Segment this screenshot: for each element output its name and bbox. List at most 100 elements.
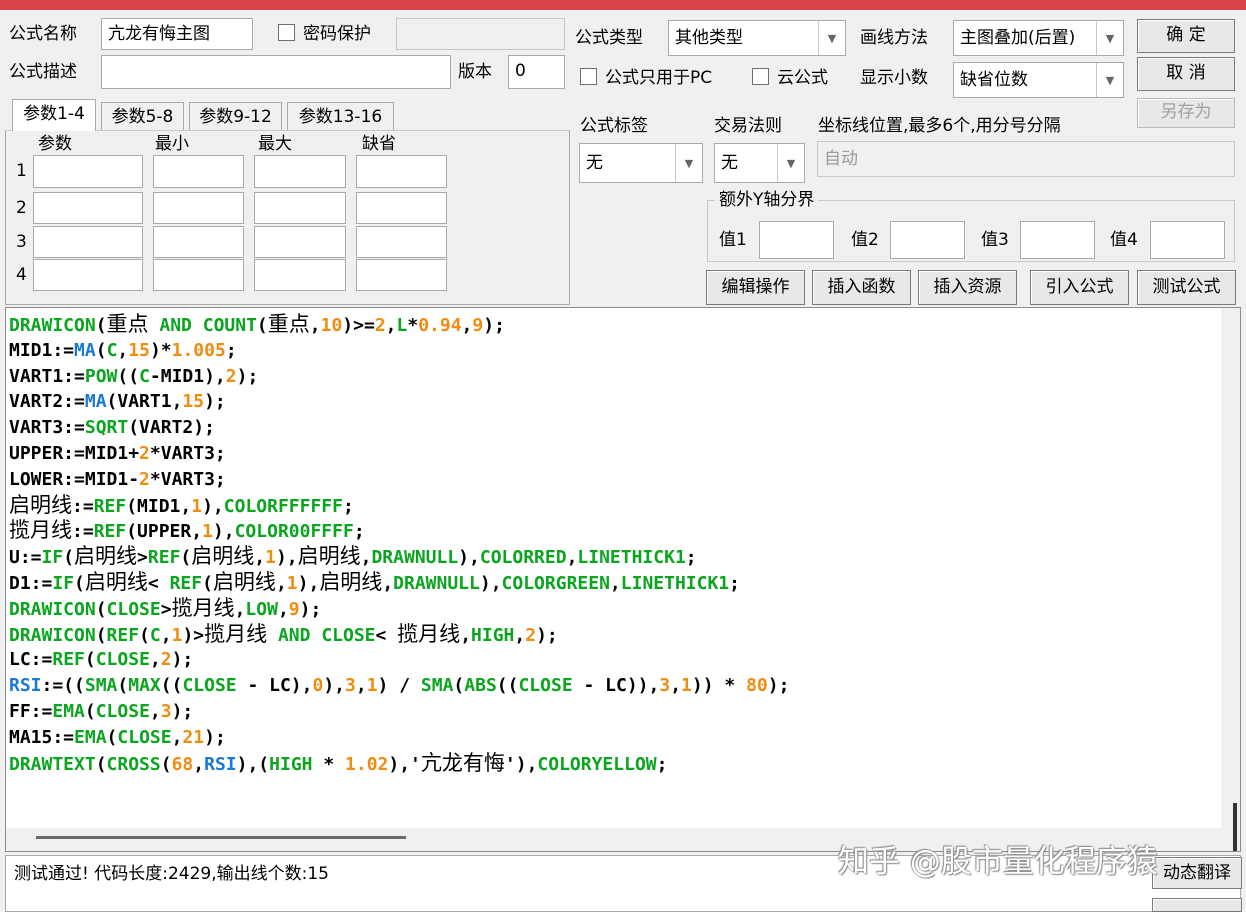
param-name-input[interactable] [33, 192, 143, 224]
draw-method-label: 画线方法 [860, 28, 928, 48]
tab-params-1-4[interactable]: 参数1-4 [12, 99, 96, 131]
vertical-scroll-thumb[interactable] [1233, 803, 1237, 851]
insert-resource-button[interactable]: 插入资源 [918, 270, 1017, 305]
param-default-input[interactable] [356, 259, 447, 291]
code-line[interactable]: VART1:=POW((C-MID1),2); [9, 364, 789, 390]
formula-desc-input[interactable] [101, 55, 451, 89]
code-line[interactable]: DRAWICON(重点 AND COUNT(重点,10)>=2,L*0.94,9… [9, 312, 789, 338]
code-line[interactable]: LOWER:=MID1-2*VART3; [9, 467, 789, 493]
edit-operations-button[interactable]: 编辑操作 [706, 270, 805, 305]
yaxis-value4-input[interactable] [1150, 221, 1225, 259]
dynamic-translate-button[interactable]: 动态翻译 [1152, 857, 1242, 889]
yaxis-value1-input[interactable] [759, 221, 834, 259]
code-line[interactable]: MA15:=EMA(CLOSE,21); [9, 725, 789, 751]
formula-tag-select[interactable]: 无 ▼ [579, 143, 703, 183]
col-header-default: 缺省 [362, 134, 396, 154]
yaxis-value2-input[interactable] [890, 221, 965, 259]
status-text: 测试通过! 代码长度:2429,输出线个数:15 [14, 864, 329, 884]
param-min-input[interactable] [153, 155, 244, 188]
code-line[interactable]: DRAWICON(REF(C,1)>揽月线 AND CLOSE< 揽月线,HIG… [9, 622, 789, 648]
decimals-label: 显示小数 [860, 68, 928, 88]
decimals-value: 缺省位数 [960, 70, 1028, 90]
yaxis-value2-label: 值2 [851, 230, 879, 250]
param-default-input[interactable] [356, 155, 447, 188]
formula-name-label: 公式名称 [9, 24, 77, 44]
checkbox-box[interactable] [752, 68, 769, 85]
code-line[interactable]: VART3:=SQRT(VART2); [9, 415, 789, 441]
trade-rule-label: 交易法则 [714, 116, 782, 136]
param-max-input[interactable] [254, 155, 346, 188]
param-max-input[interactable] [254, 192, 346, 224]
param-min-input[interactable] [153, 192, 244, 224]
yaxis-value3-label: 值3 [981, 230, 1009, 250]
code-line[interactable]: VART2:=MA(VART1,15); [9, 389, 789, 415]
param-name-input[interactable] [33, 226, 143, 258]
checkbox-box[interactable] [278, 24, 295, 41]
code-line[interactable]: D1:=IF(启明线< REF(启明线,1),启明线,DRAWNULL),COL… [9, 570, 789, 596]
code-line[interactable]: DRAWTEXT(CROSS(68,RSI),(HIGH * 1.02),'亢龙… [9, 751, 789, 777]
version-input[interactable]: 0 [508, 55, 565, 89]
cloud-formula-checkbox[interactable]: 云公式 [752, 66, 828, 90]
chevron-down-icon[interactable]: ▼ [818, 21, 845, 55]
formula-desc-label: 公式描述 [9, 62, 77, 82]
chevron-down-icon[interactable]: ▼ [777, 144, 804, 182]
param-min-input[interactable] [153, 226, 244, 258]
code-line[interactable]: RSI:=((SMA(MAX((CLOSE - LC),0),3,1) / SM… [9, 673, 789, 699]
param-max-input[interactable] [254, 226, 346, 258]
checkbox-box[interactable] [580, 68, 597, 85]
col-header-max: 最大 [258, 134, 292, 154]
code-line[interactable]: 揽月线:=REF(UPPER,1),COLOR00FFFF; [9, 518, 789, 544]
code-line[interactable]: LC:=REF(CLOSE,2); [9, 647, 789, 673]
yaxis-value1-label: 值1 [719, 230, 747, 250]
code-editor[interactable]: DRAWICON(重点 AND COUNT(重点,10)>=2,L*0.94,9… [5, 307, 1241, 852]
formula-type-value: 其他类型 [675, 28, 743, 48]
password-protect-checkbox[interactable]: 密码保护 [278, 22, 371, 46]
param-name-input[interactable] [33, 155, 143, 188]
horizontal-scroll-thumb[interactable] [36, 836, 406, 839]
coord-line-input[interactable]: 自动 [817, 141, 1235, 177]
insert-function-button[interactable]: 插入函数 [812, 270, 911, 305]
chevron-down-icon[interactable]: ▼ [1096, 63, 1123, 97]
cancel-button[interactable]: 取 消 [1137, 57, 1235, 91]
title-bar [0, 0, 1246, 10]
param-max-input[interactable] [254, 259, 346, 291]
extra-yaxis-title: 额外Y轴分界 [715, 190, 819, 210]
formula-type-select[interactable]: 其他类型 ▼ [668, 20, 846, 56]
pc-only-checkbox[interactable]: 公式只用于PC [580, 66, 712, 90]
param-row-num: 4 [16, 265, 27, 285]
yaxis-value3-input[interactable] [1020, 221, 1095, 259]
code-line[interactable]: MID1:=MA(C,15)*1.005; [9, 338, 789, 364]
param-row-num: 2 [16, 198, 27, 218]
chevron-down-icon[interactable]: ▼ [675, 144, 702, 182]
tab-params-9-12[interactable]: 参数9-12 [189, 102, 282, 131]
decimals-select[interactable]: 缺省位数 ▼ [953, 62, 1124, 98]
watermark: 知乎 @股市量化程序猿 [838, 844, 1158, 880]
secondary-button[interactable] [1152, 898, 1242, 912]
trade-rule-value: 无 [721, 153, 738, 173]
param-default-input[interactable] [356, 226, 447, 258]
param-default-input[interactable] [356, 192, 447, 224]
draw-method-select[interactable]: 主图叠加(后置) ▼ [953, 20, 1124, 56]
formula-type-label: 公式类型 [575, 28, 643, 48]
param-name-input[interactable] [33, 259, 143, 291]
save-as-button[interactable]: 另存为 [1137, 98, 1235, 128]
chevron-down-icon[interactable]: ▼ [1096, 21, 1123, 55]
tab-params-5-8[interactable]: 参数5-8 [101, 102, 184, 131]
ok-button[interactable]: 确 定 [1137, 19, 1235, 53]
code-line[interactable]: FF:=EMA(CLOSE,3); [9, 699, 789, 725]
trade-rule-select[interactable]: 无 ▼ [714, 143, 805, 183]
test-formula-button[interactable]: 测试公式 [1137, 270, 1236, 305]
pc-only-label: 公式只用于PC [605, 68, 713, 88]
code-line[interactable]: U:=IF(启明线>REF(启明线,1),启明线,DRAWNULL),COLOR… [9, 544, 789, 570]
code-line[interactable]: 启明线:=REF(MID1,1),COLORFFFFFF; [9, 493, 789, 519]
import-formula-button[interactable]: 引入公式 [1030, 270, 1129, 305]
code-line[interactable]: UPPER:=MID1+2*VART3; [9, 441, 789, 467]
cloud-formula-label: 云公式 [777, 68, 828, 88]
param-min-input[interactable] [153, 259, 244, 291]
vertical-scrollbar[interactable] [1221, 308, 1240, 851]
formula-name-input[interactable]: 亢龙有悔主图 [101, 18, 253, 50]
code-line[interactable]: DRAWICON(CLOSE>揽月线,LOW,9); [9, 596, 789, 622]
password-input [396, 18, 565, 50]
code-text[interactable]: DRAWICON(重点 AND COUNT(重点,10)>=2,L*0.94,9… [9, 312, 789, 776]
tab-params-13-16[interactable]: 参数13-16 [287, 102, 394, 131]
